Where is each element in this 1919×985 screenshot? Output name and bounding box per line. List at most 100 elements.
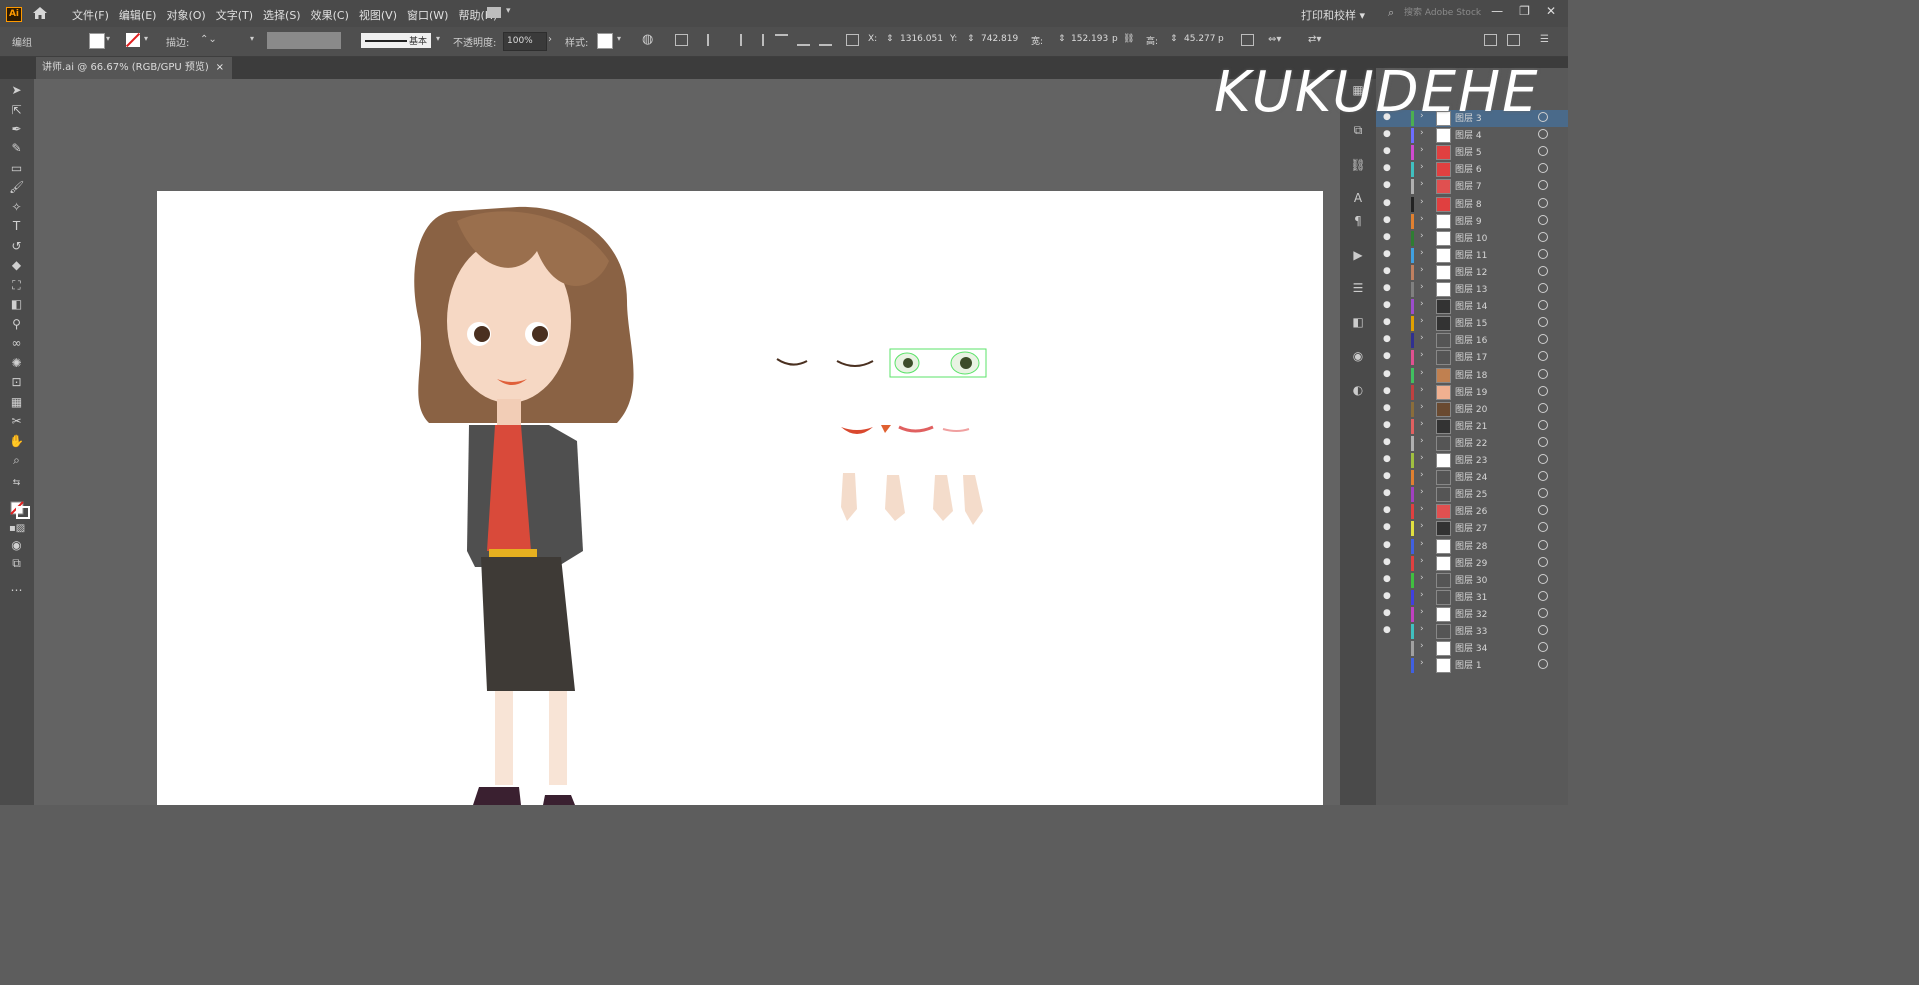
chevron-down-icon[interactable]: ▾ bbox=[506, 6, 511, 16]
visibility-eye-icon[interactable]: ● bbox=[1383, 403, 1391, 413]
shaper-tool-icon[interactable]: ✧ bbox=[9, 201, 24, 214]
align-center-icon[interactable] bbox=[729, 34, 742, 46]
expand-triangle-icon[interactable]: › bbox=[1420, 573, 1424, 583]
layer-row[interactable]: ● › 图层 27 bbox=[1376, 520, 1568, 537]
visibility-eye-icon[interactable]: ● bbox=[1383, 488, 1391, 498]
variable-width-profile[interactable] bbox=[267, 32, 341, 49]
color-mode-icon[interactable]: ▪▨ bbox=[9, 522, 25, 535]
expand-triangle-icon[interactable]: › bbox=[1420, 590, 1424, 600]
layer-row[interactable]: ● › 图层 6 bbox=[1376, 161, 1568, 178]
target-circle-icon[interactable] bbox=[1538, 505, 1548, 516]
artboard[interactable] bbox=[157, 191, 1323, 805]
workspace-switcher-icon[interactable] bbox=[487, 7, 501, 18]
expand-triangle-icon[interactable]: › bbox=[1420, 436, 1424, 446]
layer-row[interactable]: ● › 图层 32 bbox=[1376, 606, 1568, 623]
transparency-icon[interactable]: ◧ bbox=[1350, 316, 1366, 328]
target-circle-icon[interactable] bbox=[1538, 454, 1548, 464]
layer-row[interactable]: ● › 图层 10 bbox=[1376, 230, 1568, 247]
width-stepper-icon[interactable]: ⇕ bbox=[1058, 34, 1066, 44]
hand-tool-icon[interactable]: ✋ bbox=[9, 435, 24, 448]
expand-triangle-icon[interactable]: › bbox=[1420, 179, 1424, 189]
expand-triangle-icon[interactable]: › bbox=[1420, 556, 1424, 566]
target-circle-icon[interactable] bbox=[1538, 590, 1548, 601]
y-input[interactable]: 742.819 bbox=[981, 34, 1018, 44]
height-input[interactable]: 45.277 bbox=[1184, 34, 1216, 44]
expand-triangle-icon[interactable]: › bbox=[1420, 214, 1424, 224]
menu-item[interactable]: 视图(V) bbox=[359, 7, 397, 23]
layer-row[interactable]: ● › 图层 33 bbox=[1376, 623, 1568, 640]
expand-triangle-icon[interactable]: › bbox=[1420, 641, 1424, 651]
expand-triangle-icon[interactable]: › bbox=[1420, 368, 1424, 378]
visibility-eye-icon[interactable]: ● bbox=[1383, 608, 1391, 618]
chevron-down-icon[interactable]: ▾ bbox=[436, 34, 440, 43]
chevron-down-icon[interactable]: ▾ bbox=[250, 34, 254, 43]
target-circle-icon[interactable] bbox=[1538, 248, 1548, 259]
home-icon[interactable] bbox=[32, 6, 48, 20]
target-circle-icon[interactable] bbox=[1538, 436, 1548, 447]
layer-row[interactable]: ● › 图层 30 bbox=[1376, 572, 1568, 589]
target-circle-icon[interactable] bbox=[1538, 163, 1548, 174]
type-tool-icon[interactable]: T bbox=[9, 220, 24, 233]
target-circle-icon[interactable] bbox=[1538, 112, 1548, 122]
graph-tool-icon[interactable]: ▦ bbox=[9, 396, 24, 409]
layer-row[interactable]: ● › 图层 8 bbox=[1376, 196, 1568, 213]
layer-row[interactable]: ● › 图层 24 bbox=[1376, 469, 1568, 486]
layer-row[interactable]: ● › 图层 16 bbox=[1376, 332, 1568, 349]
target-circle-icon[interactable] bbox=[1538, 214, 1548, 225]
draw-mode-icon[interactable]: ◉ bbox=[9, 539, 24, 552]
visibility-eye-icon[interactable]: ● bbox=[1383, 522, 1391, 532]
menu-icon[interactable]: ☰ bbox=[1540, 34, 1549, 45]
menu-item[interactable]: 对象(O) bbox=[166, 7, 205, 23]
height-stepper-icon[interactable]: ⇕ bbox=[1170, 34, 1178, 44]
layer-row[interactable]: ● › 图层 15 bbox=[1376, 315, 1568, 332]
align-left-icon[interactable] bbox=[707, 34, 720, 46]
visibility-eye-icon[interactable]: ● bbox=[1383, 266, 1391, 276]
fill-swatch[interactable] bbox=[89, 33, 105, 49]
expand-triangle-icon[interactable]: › bbox=[1420, 282, 1424, 292]
expand-triangle-icon[interactable]: › bbox=[1420, 248, 1424, 258]
layer-row[interactable]: › 图层 1 bbox=[1376, 657, 1568, 674]
brush-definition[interactable]: 基本 bbox=[361, 33, 431, 48]
menu-item[interactable]: 文字(T) bbox=[216, 7, 253, 23]
menu-item[interactable]: 文件(F) bbox=[72, 7, 109, 23]
expand-triangle-icon[interactable]: › bbox=[1420, 162, 1424, 172]
align-middle-icon[interactable] bbox=[797, 34, 810, 46]
y-stepper-icon[interactable]: ⇕ bbox=[967, 34, 975, 44]
stroke-swatch[interactable] bbox=[126, 33, 140, 47]
expand-triangle-icon[interactable]: › bbox=[1420, 402, 1424, 412]
expand-triangle-icon[interactable]: › bbox=[1420, 385, 1424, 395]
zoom-tool-icon[interactable]: ⌕ bbox=[9, 454, 24, 467]
expand-triangle-icon[interactable]: › bbox=[1420, 487, 1424, 497]
artboard-tool-icon[interactable]: ⊡ bbox=[9, 376, 24, 389]
target-circle-icon[interactable] bbox=[1538, 471, 1548, 482]
gradient-tool-icon[interactable]: ◧ bbox=[9, 298, 24, 311]
rotate-tool-icon[interactable]: ↺ bbox=[9, 240, 24, 253]
appearance-icon[interactable]: ◉ bbox=[1350, 350, 1366, 362]
workspace-preset[interactable]: 打印和校样 ▾ bbox=[1301, 7, 1365, 23]
target-circle-icon[interactable] bbox=[1538, 334, 1548, 345]
stock-search-input[interactable]: 搜索 Adobe Stock bbox=[1404, 5, 1484, 21]
eyedropper-tool-icon[interactable]: ⚲ bbox=[9, 318, 24, 331]
visibility-eye-icon[interactable]: ● bbox=[1383, 198, 1391, 208]
expand-triangle-icon[interactable]: › bbox=[1420, 231, 1424, 241]
target-circle-icon[interactable] bbox=[1538, 265, 1548, 276]
layer-row[interactable]: ● › 图层 28 bbox=[1376, 538, 1568, 555]
visibility-eye-icon[interactable]: ● bbox=[1383, 505, 1391, 515]
paintbrush-tool-icon[interactable]: 🖌 bbox=[9, 181, 24, 194]
expand-triangle-icon[interactable]: › bbox=[1420, 333, 1424, 343]
layer-row[interactable]: ● › 图层 7 bbox=[1376, 178, 1568, 195]
links-icon[interactable]: ⛓ bbox=[1350, 159, 1366, 171]
layer-row[interactable]: ● › 图层 19 bbox=[1376, 384, 1568, 401]
eraser-tool-icon[interactable]: ◆ bbox=[9, 259, 24, 272]
target-circle-icon[interactable] bbox=[1538, 488, 1548, 499]
target-circle-icon[interactable] bbox=[1538, 573, 1548, 584]
align-bottom-icon[interactable] bbox=[819, 34, 832, 46]
visibility-eye-icon[interactable]: ● bbox=[1383, 386, 1391, 396]
layer-row[interactable]: ● › 图层 13 bbox=[1376, 281, 1568, 298]
curvature-tool-icon[interactable]: ✎ bbox=[9, 142, 24, 155]
target-circle-icon[interactable] bbox=[1538, 180, 1548, 191]
target-circle-icon[interactable] bbox=[1538, 607, 1548, 618]
artboards-icon[interactable]: ⧉ bbox=[1350, 124, 1366, 136]
visibility-eye-icon[interactable]: ● bbox=[1383, 591, 1391, 601]
target-circle-icon[interactable] bbox=[1538, 231, 1548, 242]
